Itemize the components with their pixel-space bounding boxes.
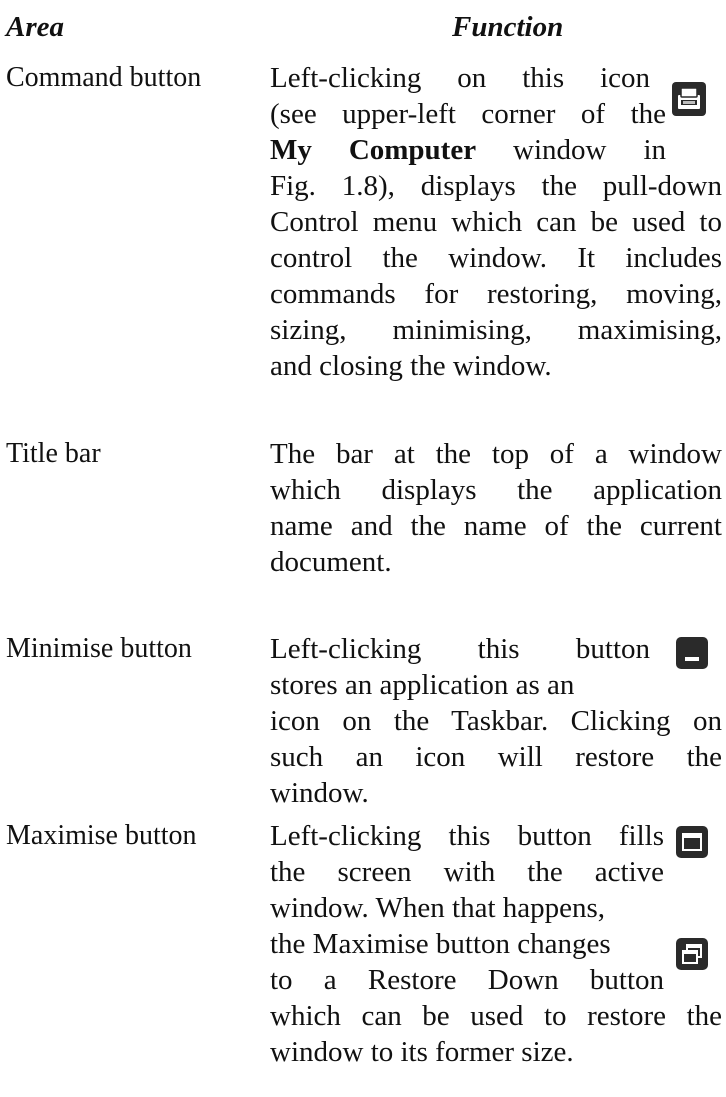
description-line: Fig. 1.8), displays the pull-down (270, 170, 722, 202)
description-line: commands for restoring, moving, (270, 278, 722, 310)
description-line: Control menu which can be used to (270, 206, 722, 238)
description-line: icon on the Taskbar. Clicking on (270, 705, 722, 737)
column-header-function: Function (452, 11, 564, 43)
description-line: the screen with the active (270, 856, 664, 888)
description-line: the Maximise button changes (270, 928, 611, 960)
description-line: Left-clicking this button fills (270, 820, 664, 852)
minimise-icon (676, 637, 708, 669)
bold-term-my-computer: My Computer (270, 134, 477, 166)
description-line: window to its former size. (270, 1036, 574, 1068)
description-line: name and the name of the current (270, 510, 722, 542)
description-line: sizing, minimising, maximising, (270, 314, 722, 346)
description-line: window. (270, 777, 369, 809)
description-line: to a Restore Down button (270, 964, 664, 996)
description-command-button: Left-clicking on this icon (see upper-le… (270, 60, 722, 384)
document-page: Area Function Command button Left-clicki… (0, 0, 726, 1097)
description-line: document. (270, 546, 392, 578)
description-line: such an icon will restore the (270, 741, 722, 773)
term-minimise-button: Minimise button (6, 633, 192, 664)
description-line: The bar at the top of a window (270, 438, 722, 470)
description-line: My Computer window in (270, 132, 666, 168)
term-maximise-button: Maximise button (6, 820, 197, 851)
description-line-fragment: window in (513, 134, 666, 166)
description-title-bar: The bar at the top of a window which dis… (270, 436, 722, 580)
description-line: stores an application as an (270, 669, 575, 701)
description-maximise-button: Left-clicking this button fills the scre… (270, 818, 722, 1070)
description-minimise-button: Left-clicking this button stores an appl… (270, 631, 722, 811)
description-line: which displays the application (270, 474, 722, 506)
restore-down-icon (676, 938, 708, 970)
column-header-area: Area (6, 11, 64, 43)
term-title-bar: Title bar (6, 438, 101, 469)
description-line: (see upper-left corner of the (270, 98, 666, 130)
description-line: and closing the window. (270, 350, 552, 382)
control-menu-icon (672, 82, 706, 116)
description-line: control the window. It includes (270, 242, 722, 274)
description-line: window. When that happens, (270, 892, 606, 924)
description-line: Left-clicking this button (270, 633, 650, 665)
description-line: which can be used to restore the (270, 1000, 722, 1032)
term-command-button: Command button (6, 62, 202, 93)
maximise-icon (676, 826, 708, 858)
description-line: Left-clicking on this icon (270, 62, 650, 94)
